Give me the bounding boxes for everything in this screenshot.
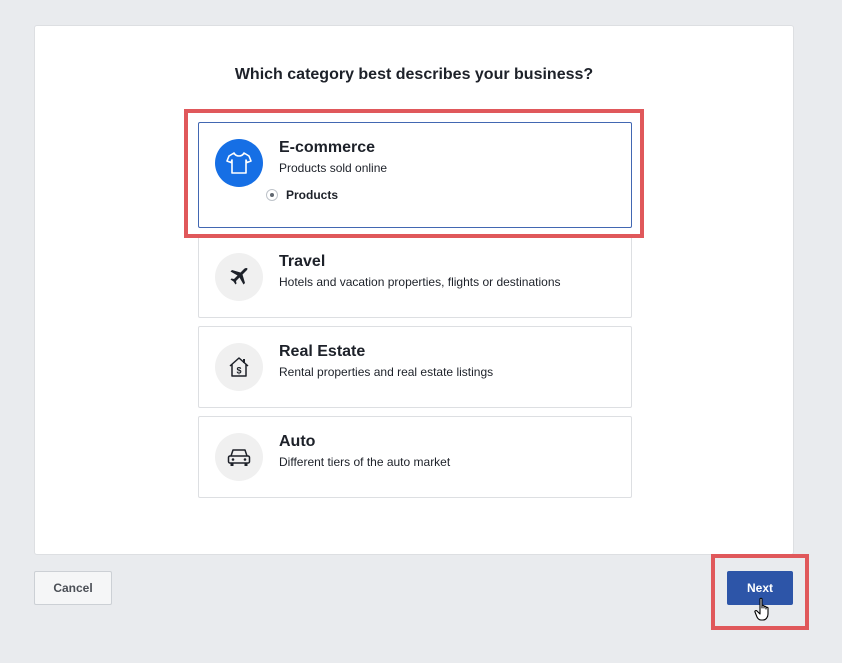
products-radio-label: Products — [286, 188, 339, 202]
car-icon — [215, 433, 263, 481]
category-subtitle: Hotels and vacation properties, flights … — [279, 275, 561, 289]
products-option[interactable]: Products — [266, 188, 338, 202]
category-title: Travel — [279, 253, 326, 270]
category-card-auto[interactable]: Auto Different tiers of the auto market — [198, 416, 632, 498]
category-subtitle: Rental properties and real estate listin… — [279, 365, 494, 379]
category-title: Real Estate — [279, 343, 366, 360]
category-subtitle: Different tiers of the auto market — [279, 455, 451, 469]
svg-text:$: $ — [236, 366, 241, 376]
hand-pointer-cursor-icon — [754, 597, 769, 621]
category-card-ecommerce[interactable]: E-commerce Products sold online Products — [198, 122, 632, 228]
airplane-icon — [215, 253, 263, 301]
category-subtitle: Products sold online — [279, 161, 388, 175]
products-radio[interactable] — [266, 189, 278, 201]
category-title: E-commerce — [279, 139, 376, 156]
category-card-travel[interactable]: Travel Hotels and vacation properties, f… — [198, 236, 632, 318]
page-title: Which category best describes your busin… — [234, 66, 594, 83]
category-card-real-estate[interactable]: $ Real Estate Rental properties and real… — [198, 326, 632, 408]
category-title: Auto — [279, 433, 316, 450]
category-panel: Which category best describes your busin… — [34, 25, 794, 555]
house-dollar-icon: $ — [215, 343, 263, 391]
tshirt-icon — [215, 139, 263, 187]
cancel-button[interactable]: Cancel — [34, 571, 112, 605]
